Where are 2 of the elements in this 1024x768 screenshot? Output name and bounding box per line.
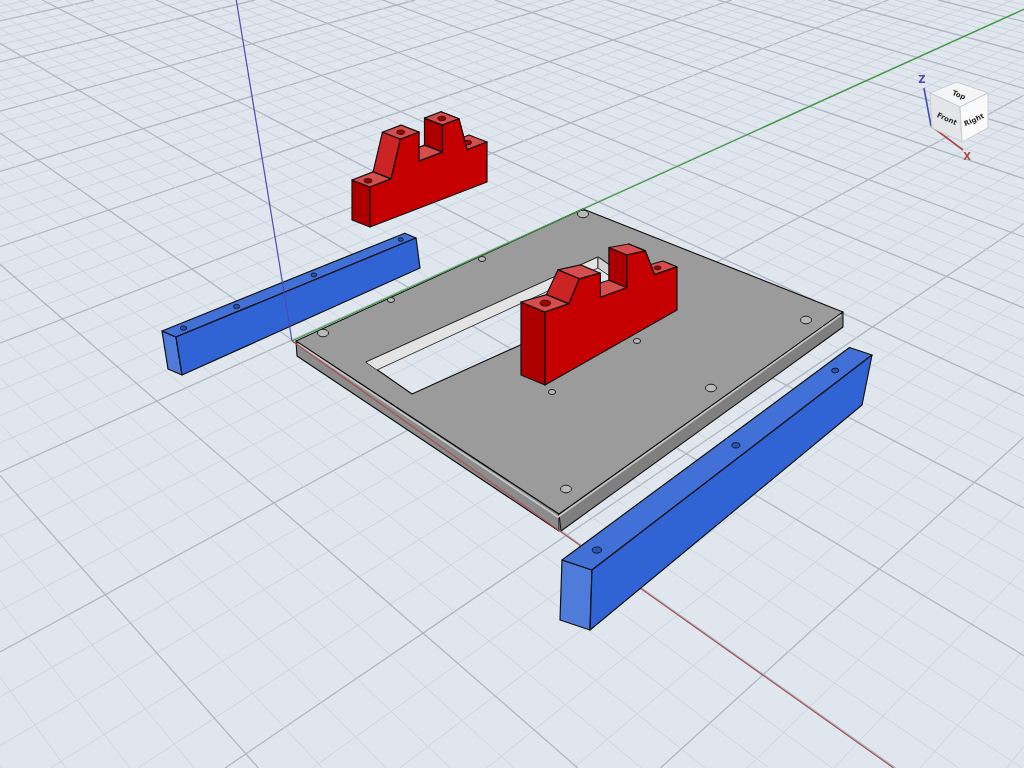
axis-label: X	[963, 151, 971, 162]
axis-label: Z	[918, 74, 926, 85]
